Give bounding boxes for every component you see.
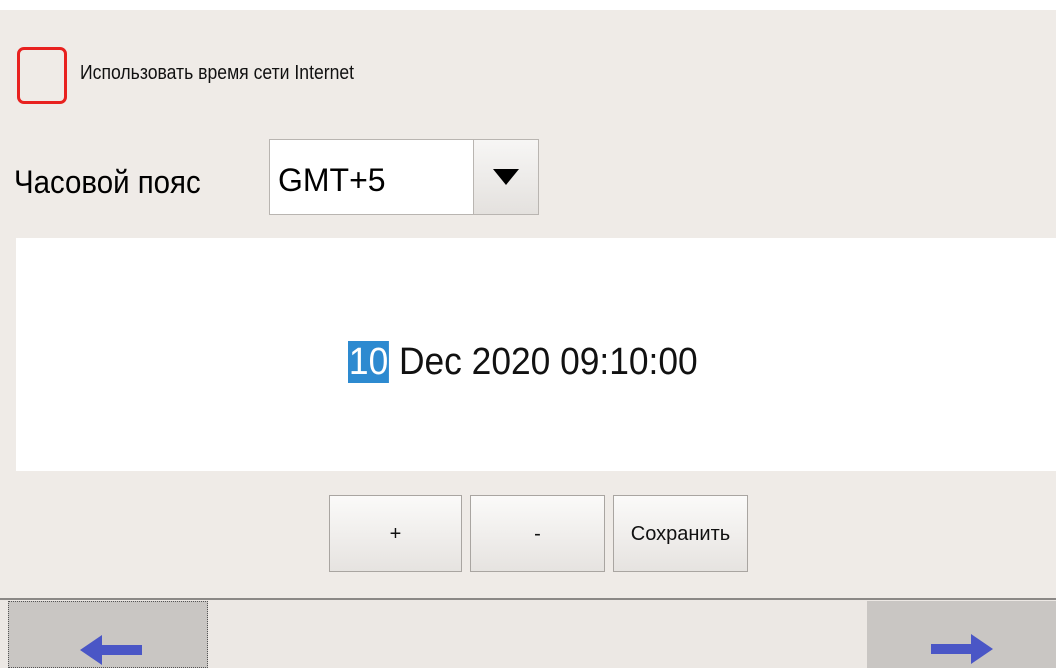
timezone-value: GMT+5 [278,162,386,198]
save-button[interactable]: Сохранить [613,495,748,572]
use-internet-time-checkbox[interactable] [17,47,67,104]
datetime-selected-field[interactable]: 10 [348,341,390,383]
use-internet-time-label[interactable]: Использовать время сети Internet [80,62,354,85]
timezone-select[interactable]: GMT+5 [269,139,539,215]
back-button[interactable] [8,601,208,668]
arrow-right-icon [931,634,993,664]
datetime-rest: Dec 2020 09:10:00 [389,341,698,383]
arrow-left-icon [80,635,142,665]
datetime-display: 10 Dec 2020 09:10:00 [348,340,698,384]
timezone-label: Часовой пояс [14,164,201,200]
caret-down-icon [493,169,519,185]
timezone-dropdown-button[interactable] [473,140,538,214]
decrement-button[interactable]: - [470,495,605,572]
next-button[interactable] [867,601,1056,668]
top-strip [0,0,1056,10]
increment-button[interactable]: + [329,495,462,572]
datetime-panel: 10 Dec 2020 09:10:00 [16,238,1056,471]
